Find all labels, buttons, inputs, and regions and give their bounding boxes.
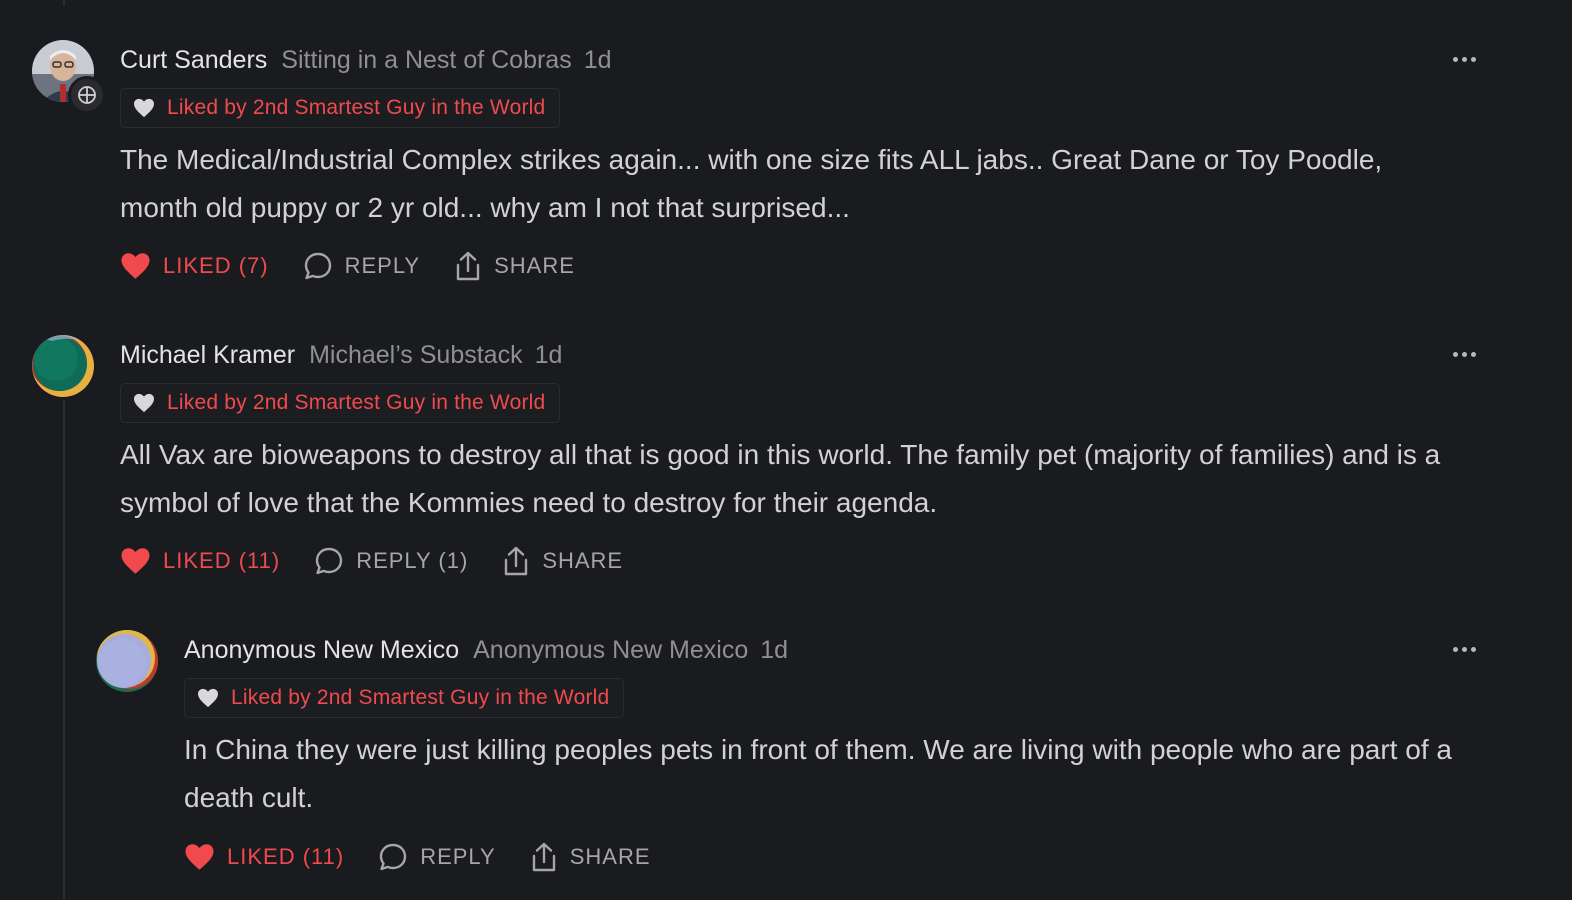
share-icon: [502, 545, 530, 577]
timestamp[interactable]: 1d: [760, 635, 788, 665]
liked-by-text: Liked by 2nd Smartest Guy in the World: [167, 391, 546, 414]
author-name[interactable]: Anonymous New Mexico: [184, 635, 459, 665]
comment-actions: LIKED (7) REPLY SHARE: [120, 250, 609, 282]
comment-header: Michael Kramer Michael’s Substack 1d: [120, 340, 562, 370]
like-label: LIKED (11): [227, 844, 345, 869]
share-button[interactable]: SHARE: [530, 841, 651, 873]
comment-actions: LIKED (11) REPLY (1) SHARE: [120, 545, 657, 577]
publication-name[interactable]: Michael’s Substack: [309, 340, 523, 370]
avatar[interactable]: [96, 630, 158, 692]
like-button[interactable]: LIKED (7): [120, 252, 269, 280]
avatar[interactable]: [32, 335, 94, 397]
heart-icon: [184, 843, 215, 871]
subscriber-badge-icon: [68, 76, 106, 114]
share-label: SHARE: [569, 844, 651, 869]
heart-small-icon: [198, 688, 218, 708]
author-name[interactable]: Michael Kramer: [120, 340, 295, 370]
publication-name[interactable]: Sitting in a Nest of Cobras: [281, 45, 571, 75]
comment-body: The Medical/Industrial Complex strikes a…: [120, 144, 1383, 223]
comment-header: Anonymous New Mexico Anonymous New Mexic…: [184, 635, 788, 665]
reply-button[interactable]: REPLY (1): [314, 546, 468, 576]
publication-name[interactable]: Anonymous New Mexico: [473, 635, 748, 665]
speech-bubble-icon: [378, 842, 408, 872]
avatar[interactable]: [32, 40, 106, 114]
share-button[interactable]: SHARE: [454, 250, 575, 282]
share-label: SHARE: [494, 253, 575, 278]
heart-small-icon: [134, 393, 154, 413]
reply-label: REPLY: [344, 253, 421, 278]
more-options-icon[interactable]: [1444, 638, 1484, 660]
liked-by-badge: Liked by 2nd Smartest Guy in the World: [184, 678, 625, 718]
thread-line-michael: [63, 400, 65, 900]
thread-line-top: [63, 0, 65, 6]
reply-label: REPLY: [420, 844, 496, 869]
heart-icon: [120, 252, 151, 280]
liked-by-badge: Liked by 2nd Smartest Guy in the World: [120, 383, 561, 423]
like-button[interactable]: LIKED (11): [184, 843, 344, 871]
share-label: SHARE: [542, 548, 624, 573]
comment-header: Curt Sanders Sitting in a Nest of Cobras…: [120, 45, 612, 75]
like-label: LIKED (11): [163, 548, 281, 573]
speech-bubble-icon: [314, 546, 344, 576]
author-name[interactable]: Curt Sanders: [120, 45, 267, 75]
heart-icon: [120, 547, 151, 575]
like-label: LIKED (7): [163, 253, 269, 278]
liked-by-text: Liked by 2nd Smartest Guy in the World: [167, 96, 546, 119]
comment-actions: LIKED (11) REPLY SHARE: [184, 841, 685, 873]
share-icon: [530, 841, 558, 873]
comment-body: In China they were just killing peoples …: [184, 734, 1452, 813]
more-options-icon[interactable]: [1444, 343, 1484, 365]
timestamp[interactable]: 1d: [584, 45, 612, 75]
reply-button[interactable]: REPLY: [303, 251, 421, 281]
more-options-icon[interactable]: [1444, 48, 1484, 70]
comment-body: All Vax are bioweapons to destroy all th…: [120, 439, 1441, 518]
liked-by-text: Liked by 2nd Smartest Guy in the World: [231, 686, 610, 709]
reply-button[interactable]: REPLY: [378, 842, 496, 872]
timestamp[interactable]: 1d: [535, 340, 563, 370]
heart-small-icon: [134, 98, 154, 118]
share-button[interactable]: SHARE: [502, 545, 623, 577]
like-button[interactable]: LIKED (11): [120, 547, 280, 575]
liked-by-badge: Liked by 2nd Smartest Guy in the World: [120, 88, 561, 128]
reply-label: REPLY (1): [356, 548, 469, 573]
share-icon: [454, 250, 482, 282]
speech-bubble-icon: [303, 251, 333, 281]
